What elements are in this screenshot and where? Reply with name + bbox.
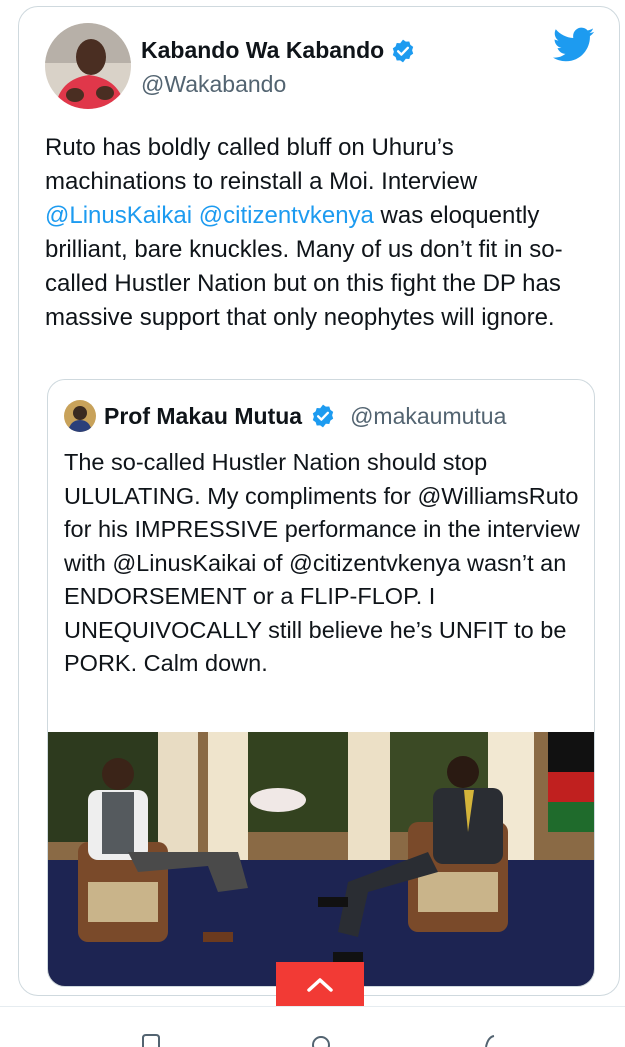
tweet-card[interactable]: Kabando Wa Kabando @Wakabando Ruto has b…	[18, 6, 620, 996]
share-icon[interactable]	[480, 1033, 502, 1047]
author-name[interactable]: Kabando Wa Kabando	[141, 37, 384, 64]
mention-link-citizentvkenya[interactable]: @citizentvkenya	[199, 202, 374, 229]
quoted-author-avatar[interactable]	[64, 400, 96, 432]
author-name-row[interactable]: Kabando Wa Kabando	[141, 37, 416, 64]
verified-badge-icon	[393, 39, 414, 62]
mention-link-linuskaikai[interactable]: @LinusKaikai	[45, 202, 192, 229]
reply-icon[interactable]	[140, 1033, 162, 1047]
like-icon[interactable]	[310, 1033, 332, 1047]
quoted-author-name[interactable]: Prof Makau Mutua	[104, 403, 302, 430]
quoted-tweet-text: The so-called Hustler Nation should stop…	[64, 449, 580, 676]
quoted-tweet-header: Prof Makau Mutua @makaumutua	[64, 400, 506, 432]
quoted-author-handle[interactable]: @makaumutua	[350, 403, 506, 430]
tweet-action-bar	[0, 1006, 625, 1047]
tweet-text-part	[192, 202, 199, 229]
quoted-tweet-photo[interactable]	[48, 732, 594, 986]
twitter-bird-icon[interactable]	[553, 27, 595, 63]
tweet-text-part: Ruto has boldly called bluff on Uhuru’s …	[45, 134, 478, 195]
chevron-up-icon	[307, 978, 333, 992]
author-handle[interactable]: @Wakabando	[141, 71, 286, 98]
quoted-tweet[interactable]: Prof Makau Mutua @makaumutua The so-call…	[47, 379, 595, 987]
scroll-to-top-button[interactable]	[276, 962, 364, 1006]
tweet-text: Ruto has boldly called bluff on Uhuru’s …	[45, 131, 595, 335]
verified-badge-icon	[312, 404, 334, 428]
author-avatar[interactable]	[45, 23, 131, 109]
